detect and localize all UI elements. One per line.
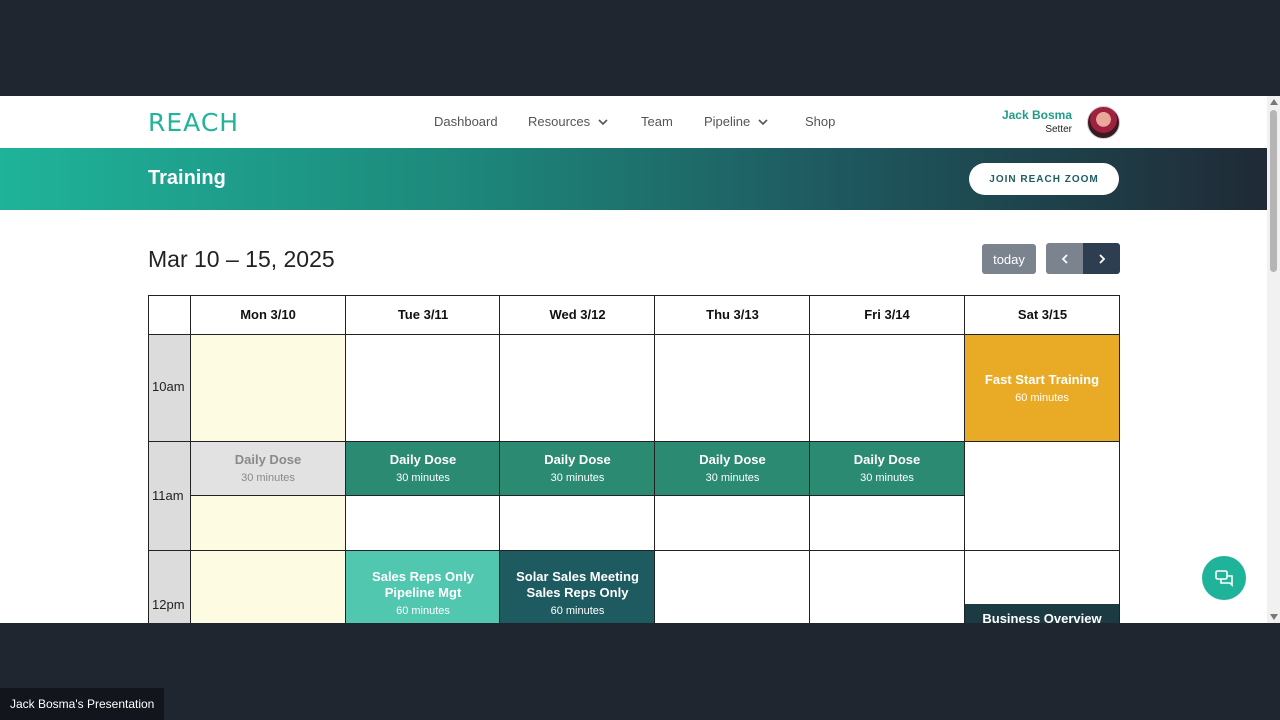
event-title: Daily Dose: [234, 452, 302, 467]
time-label-11am: 11am: [152, 488, 184, 503]
event-title-line1: Sales Reps Only: [372, 569, 474, 584]
event-daily-dose-mon[interactable]: Daily Dose 30 minutes: [191, 441, 345, 495]
nav-shop[interactable]: Shop: [805, 114, 835, 129]
grid-line: [654, 295, 655, 623]
nav-resources[interactable]: Resources: [528, 114, 610, 129]
chevron-right-icon: [1098, 253, 1105, 264]
day-header-tue: Tue 3/11: [397, 307, 449, 322]
event-sales-reps-pipeline[interactable]: Sales Reps Only Pipeline Mgt 60 minutes: [346, 551, 500, 623]
browser-viewport: REACH Dashboard Resources Team Pipeline …: [0, 96, 1280, 623]
grid-line: [1119, 295, 1120, 623]
scroll-thumb[interactable]: [1270, 110, 1277, 272]
time-label-10am: 10am: [152, 379, 185, 394]
avatar[interactable]: [1087, 106, 1120, 139]
event-duration: 30 minutes: [241, 472, 295, 484]
today-button[interactable]: today: [982, 244, 1036, 274]
time-cell-12pm: [149, 551, 190, 623]
nav-team-label: Team: [641, 114, 673, 129]
user-name[interactable]: Jack Bosma: [970, 108, 1072, 122]
event-duration: 60 minutes: [1015, 392, 1069, 404]
date-range-title: Mar 10 – 15, 2025: [148, 246, 335, 272]
event-daily-dose-wed[interactable]: Daily Dose 30 minutes: [500, 441, 655, 495]
event-title-line2: Pipeline Mgt: [384, 585, 462, 600]
nav-dashboard[interactable]: Dashboard: [434, 114, 498, 129]
grid-line: [148, 295, 1120, 296]
chevron-down-icon: [758, 118, 768, 125]
join-zoom-button[interactable]: JOIN REACH ZOOM: [969, 163, 1119, 195]
page-scrollbar[interactable]: [1267, 96, 1280, 623]
grid-line: [964, 295, 965, 623]
chevron-down-icon: [598, 118, 608, 125]
event-title: Business Overview: [982, 611, 1102, 623]
chat-icon: [1215, 570, 1233, 587]
day-header-sat: Sat 3/15: [1017, 307, 1068, 322]
week-calendar: Mon 3/10 Tue 3/11 Wed 3/12 Thu 3/13 Fri …: [148, 295, 1120, 623]
event-duration: 60 minutes: [396, 605, 450, 617]
prev-week-button[interactable]: [1046, 243, 1083, 274]
grid-line: [148, 550, 1120, 551]
event-duration: 30 minutes: [705, 472, 760, 484]
grid-line: [148, 295, 149, 623]
event-fast-start-training[interactable]: Fast Start Training 60 minutes: [965, 335, 1119, 441]
grid-line: [809, 295, 810, 623]
day-header-fri: Fri 3/14: [864, 307, 910, 322]
event-title: Daily Dose: [853, 452, 921, 467]
grid-line: [499, 295, 500, 623]
page-banner: Training JOIN REACH ZOOM: [0, 148, 1267, 210]
chat-button[interactable]: [1202, 556, 1246, 600]
event-duration: 30 minutes: [860, 472, 914, 484]
today-slot[interactable]: [191, 496, 345, 550]
event-duration: 30 minutes: [550, 472, 605, 484]
event-daily-dose-tue[interactable]: Daily Dose 30 minutes: [346, 441, 500, 495]
time-label-12pm: 12pm: [152, 597, 185, 612]
day-header-thu: Thu 3/13: [706, 307, 759, 322]
user-role: Setter: [1045, 124, 1072, 135]
today-slot[interactable]: [191, 335, 345, 441]
nav-shop-label: Shop: [805, 114, 836, 129]
reach-logo[interactable]: REACH: [148, 108, 239, 137]
grid-line: [148, 441, 1120, 442]
event-title-line2: Sales Reps Only: [526, 585, 629, 600]
event-duration: 60 minutes: [550, 605, 605, 617]
grid-line: [148, 334, 1120, 335]
scroll-up-arrow[interactable]: [1270, 99, 1278, 105]
event-daily-dose-thu[interactable]: Daily Dose 30 minutes: [655, 441, 810, 495]
event-title: Fast Start Training: [984, 372, 1100, 387]
event-title: Daily Dose: [544, 452, 611, 467]
chevron-left-icon: [1061, 253, 1068, 264]
day-header-wed: Wed 3/12: [549, 307, 606, 322]
event-daily-dose-fri[interactable]: Daily Dose 30 minutes: [810, 441, 964, 495]
nav-resources-label: Resources: [528, 114, 591, 129]
event-title-line1: Solar Sales Meeting: [516, 569, 639, 584]
grid-line: [191, 495, 964, 496]
presentation-label: Jack Bosma's Presentation: [0, 688, 165, 720]
page-title: Training: [148, 167, 226, 189]
scroll-down-arrow[interactable]: [1270, 614, 1278, 620]
grid-line: [190, 295, 191, 623]
nav-pipeline[interactable]: Pipeline: [704, 114, 770, 129]
event-duration: 30 minutes: [396, 472, 450, 484]
next-week-button[interactable]: [1083, 243, 1120, 274]
nav-pipeline-label: Pipeline: [704, 114, 751, 129]
event-title: Daily Dose: [699, 452, 766, 467]
today-slot[interactable]: [191, 551, 345, 623]
top-navbar: REACH Dashboard Resources Team Pipeline …: [0, 96, 1267, 148]
event-solar-sales-meeting[interactable]: Solar Sales Meeting Sales Reps Only 60 m…: [500, 551, 655, 623]
event-title: Daily Dose: [389, 452, 457, 467]
grid-line: [345, 295, 346, 623]
nav-team[interactable]: Team: [641, 114, 673, 129]
day-header-mon: Mon 3/10: [240, 307, 296, 322]
nav-dashboard-label: Dashboard: [434, 114, 498, 129]
event-business-overview[interactable]: Business Overview: [965, 604, 1119, 623]
